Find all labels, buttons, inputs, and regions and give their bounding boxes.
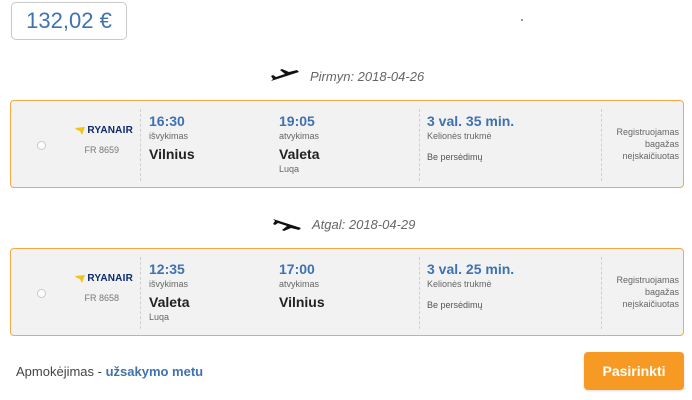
departure-block: 12:35 išvykimas Valeta Luqa — [149, 261, 189, 323]
arrival-city: Valeta — [279, 146, 320, 162]
outbound-label: Pirmyn: 2018-04-26 — [270, 66, 424, 86]
arrival-label: atvykimas — [279, 279, 320, 289]
stops-info: Be persėdimų — [427, 152, 483, 162]
duration-block: 3 val. 35 min. Kelionės trukmė Be persėd… — [427, 113, 514, 162]
ryanair-logo: RYANAIR — [69, 273, 133, 284]
ryanair-harp-icon — [75, 126, 86, 135]
departure-label: išvykimas — [149, 131, 189, 141]
payment-link[interactable]: užsakymo metu — [106, 364, 204, 379]
decorative-dot — [521, 19, 523, 21]
departure-airport: Luqa — [149, 312, 170, 322]
arrival-block: 17:00 atvykimas Vilnius — [279, 261, 325, 311]
flight-duration: 3 val. 35 min. — [427, 113, 515, 129]
divider — [140, 257, 141, 329]
arrival-airport: Luqa — [279, 164, 300, 174]
return-date: Atgal: 2018-04-29 — [312, 216, 416, 232]
departure-city: Vilnius — [149, 146, 195, 162]
ryanair-logo: RYANAIR — [69, 125, 133, 136]
payment-info: Apmokėjimas - užsakymo metu — [16, 364, 203, 379]
divider — [419, 257, 420, 329]
duration-block: 3 val. 25 min. Kelionės trukmė Be persėd… — [427, 261, 514, 310]
plane-takeoff-icon — [271, 69, 299, 81]
return-flight-card[interactable]: RYANAIR FR 8658 12:35 išvykimas Valeta L… — [10, 248, 684, 336]
price-box: 132,02 € — [11, 2, 127, 40]
divider — [140, 109, 141, 181]
arrival-label: atvykimas — [279, 131, 320, 141]
arrival-city: Vilnius — [279, 294, 325, 310]
outbound-radio[interactable] — [37, 141, 46, 150]
return-radio[interactable] — [37, 289, 46, 298]
duration-label: Kelionės trukmė — [427, 279, 492, 289]
select-button[interactable]: Pasirinkti — [584, 352, 684, 390]
flight-duration: 3 val. 25 min. — [427, 261, 515, 277]
baggage-info: Registruojamas bagažas neįskaičiuotas — [616, 275, 679, 309]
total-price: 132,02 € — [26, 8, 112, 33]
outbound-flight-card[interactable]: RYANAIR FR 8659 16:30 išvykimas Vilnius … — [10, 100, 684, 188]
arrival-block: 19:05 atvykimas Valeta Luqa — [279, 113, 319, 175]
divider — [601, 257, 602, 329]
ryanair-harp-icon — [75, 274, 86, 283]
airline-block: RYANAIR FR 8658 — [69, 273, 133, 303]
divider — [601, 109, 602, 181]
divider — [419, 109, 420, 181]
flight-number: FR 8658 — [84, 293, 119, 303]
payment-label: Apmokėjimas - — [16, 364, 106, 379]
plane-landing-icon — [273, 219, 301, 231]
outbound-date: Pirmyn: 2018-04-26 — [310, 68, 425, 84]
arrival-time: 19:05 — [279, 113, 315, 129]
airline-block: RYANAIR FR 8659 — [69, 125, 133, 155]
departure-time: 16:30 — [149, 113, 185, 129]
departure-block: 16:30 išvykimas Vilnius — [149, 113, 195, 163]
departure-time: 12:35 — [149, 261, 185, 277]
departure-city: Valeta — [149, 294, 190, 310]
flight-number: FR 8659 — [84, 145, 119, 155]
duration-label: Kelionės trukmė — [427, 131, 492, 141]
baggage-info: Registruojamas bagažas neįskaičiuotas — [616, 127, 679, 161]
departure-label: išvykimas — [149, 279, 189, 289]
return-label: Atgal: 2018-04-29 — [272, 214, 415, 234]
arrival-time: 17:00 — [279, 261, 315, 277]
stops-info: Be persėdimų — [427, 300, 483, 310]
